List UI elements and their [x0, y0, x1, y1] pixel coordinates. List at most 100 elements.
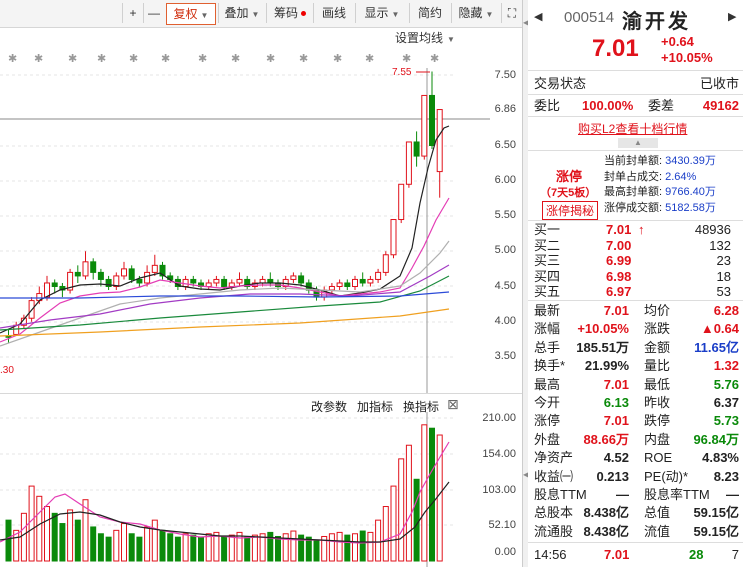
bid-volume: 18	[716, 268, 731, 284]
svg-text:✱: ✱	[8, 52, 17, 65]
stat-row: 总股本 8.438亿 总值 59.15亿	[534, 504, 739, 522]
price-axis-label: 6.86	[494, 103, 516, 115]
chevron-down-icon: ▼	[391, 10, 400, 19]
min-price-marker: .30	[0, 365, 14, 376]
stat-value: 6.37	[713, 394, 739, 410]
next-stock-icon[interactable]: ▶	[728, 10, 736, 23]
kline-chart[interactable]: ✱ ✱ ✱ ✱ ✱ ✱ ✱ ✱ ✱ ✱ ✱ ✱ ✱ ✱ 7.55 .30 设置均线 ▼	[0, 28, 522, 393]
volume-bar	[5, 519, 12, 562]
stat-label: 跌停	[644, 413, 671, 429]
svg-text:✱: ✱	[299, 52, 308, 65]
candle-body	[359, 278, 366, 284]
prev-stock-icon[interactable]: ◀	[534, 10, 542, 23]
event-markers: ✱ ✱ ✱ ✱ ✱ ✱ ✱ ✱ ✱ ✱ ✱ ✱ ✱ ✱	[8, 52, 439, 65]
candle-body	[390, 219, 397, 256]
volume-bar	[20, 512, 27, 562]
yincang-dropdown[interactable]: 隐藏 ▼	[451, 3, 500, 23]
quote-panel: ◀ ▶ 000514 渝开发 7.01 +0.64 +10.05% 交易状态 已…	[528, 0, 743, 567]
weibi-row: 委比 100.00% 委差 49162	[534, 97, 739, 115]
volume-bars	[5, 424, 443, 562]
jianyue-button[interactable]: 简约	[409, 3, 450, 23]
stat-value: 8.438亿	[583, 523, 629, 539]
bid-price: 7.01	[606, 222, 632, 237]
stat-label: 昨收	[644, 394, 671, 410]
volume-bar	[121, 523, 127, 562]
diejia-dropdown[interactable]: 叠加 ▼	[218, 3, 265, 23]
volume-bar	[128, 533, 135, 562]
stat-label: 股息TTM	[534, 486, 587, 502]
chevron-down-icon: ▼	[485, 10, 494, 19]
max-price-marker: 7.55	[392, 67, 412, 78]
stock-name: 渝开发	[622, 11, 691, 33]
candle-body	[413, 141, 420, 157]
stat-row: 股息TTM — 股息率TTM —	[534, 486, 739, 504]
bid-label: 买四	[534, 268, 561, 284]
price-change: +0.64	[661, 34, 694, 49]
fuquan-label: 复权	[173, 7, 198, 21]
fuquan-dropdown[interactable]: 复权 ▼	[166, 3, 216, 25]
volume-axis-label: 0.00	[494, 546, 516, 558]
seal-value: 2.64%	[665, 170, 697, 183]
volume-bar	[228, 534, 235, 562]
volume-bar	[198, 536, 204, 562]
svg-text:✱: ✱	[129, 52, 138, 65]
bid-row: 买三 6.99 23	[534, 253, 739, 269]
stat-row: 外盘 88.66万 内盘 96.84万	[534, 431, 739, 449]
current-price: 7.01	[592, 35, 639, 62]
candle-body	[128, 268, 135, 280]
huaxian-button[interactable]: 画线	[313, 3, 354, 23]
volume-bar	[405, 444, 412, 562]
volume-bar	[167, 533, 174, 562]
stat-row: 总手 185.51万 金额 11.65亿	[534, 339, 739, 357]
svg-text:✱: ✱	[231, 52, 240, 65]
yincang-label: 隐藏	[458, 6, 483, 20]
collapse-icon[interactable]: ▲	[618, 138, 658, 148]
candle-body	[344, 282, 351, 288]
candle-body	[228, 282, 235, 288]
volume-bar	[413, 478, 420, 562]
price-axis-label: 4.50	[494, 280, 516, 292]
stat-value: 6.28	[713, 303, 739, 318]
volume-bar	[90, 526, 97, 562]
zoom-in-button[interactable]: +	[122, 3, 143, 23]
chouma-button[interactable]: 筹码	[266, 3, 313, 23]
price-change-pct: +10.05%	[661, 50, 713, 65]
xianshi-dropdown[interactable]: 显示 ▼	[355, 3, 408, 23]
limit-up-secret-button[interactable]: 涨停揭秘	[542, 201, 599, 220]
stat-value: 5.73	[713, 413, 739, 429]
candle-body	[421, 94, 428, 157]
candle-body	[352, 278, 358, 287]
zoom-out-button[interactable]: —	[143, 3, 164, 23]
candle-body	[144, 271, 151, 284]
volume-bar	[190, 534, 197, 562]
fullscreen-icon[interactable]: ⛶	[501, 3, 522, 23]
stat-row: 最高 7.01 最低 5.76	[534, 376, 739, 394]
buy-l2-link[interactable]: 购买L2查看十档行情	[578, 120, 687, 137]
volume-chart[interactable]	[0, 412, 522, 567]
stat-label: 换手*	[534, 358, 566, 374]
diejia-label: 叠加	[224, 6, 249, 20]
stat-row: 涨幅 +10.05% 涨跌 ▲0.64	[534, 320, 739, 338]
seal-value: 5182.58万	[665, 201, 716, 214]
tick-time: 14:56	[534, 547, 567, 562]
volume-bar	[359, 530, 366, 562]
volume-bar	[159, 529, 166, 562]
candle-body	[190, 278, 197, 284]
stat-value: 88.66万	[583, 431, 629, 447]
ma-settings-button[interactable]: 设置均线	[395, 31, 443, 45]
volume-bar	[375, 519, 382, 562]
stat-value: 185.51万	[576, 339, 629, 355]
svg-text:✱: ✱	[266, 52, 275, 65]
stat-row: 今开 6.13 昨收 6.37	[534, 394, 739, 412]
close-icon[interactable]: ⊠	[447, 396, 459, 413]
limit-up-streak: （7天5板）	[540, 187, 597, 199]
stat-value: 8.23	[713, 468, 739, 484]
stat-value: ▲0.64	[700, 321, 739, 337]
notification-dot-icon	[301, 11, 306, 17]
stat-value: 59.15亿	[693, 523, 739, 539]
stat-row: 涨停 7.01 跌停 5.73	[534, 412, 739, 430]
seal-label: 当前封单额:	[604, 155, 663, 167]
volume-bar	[36, 495, 43, 562]
stat-label: 涨停	[534, 413, 561, 429]
bid-volume: 53	[716, 284, 731, 299]
